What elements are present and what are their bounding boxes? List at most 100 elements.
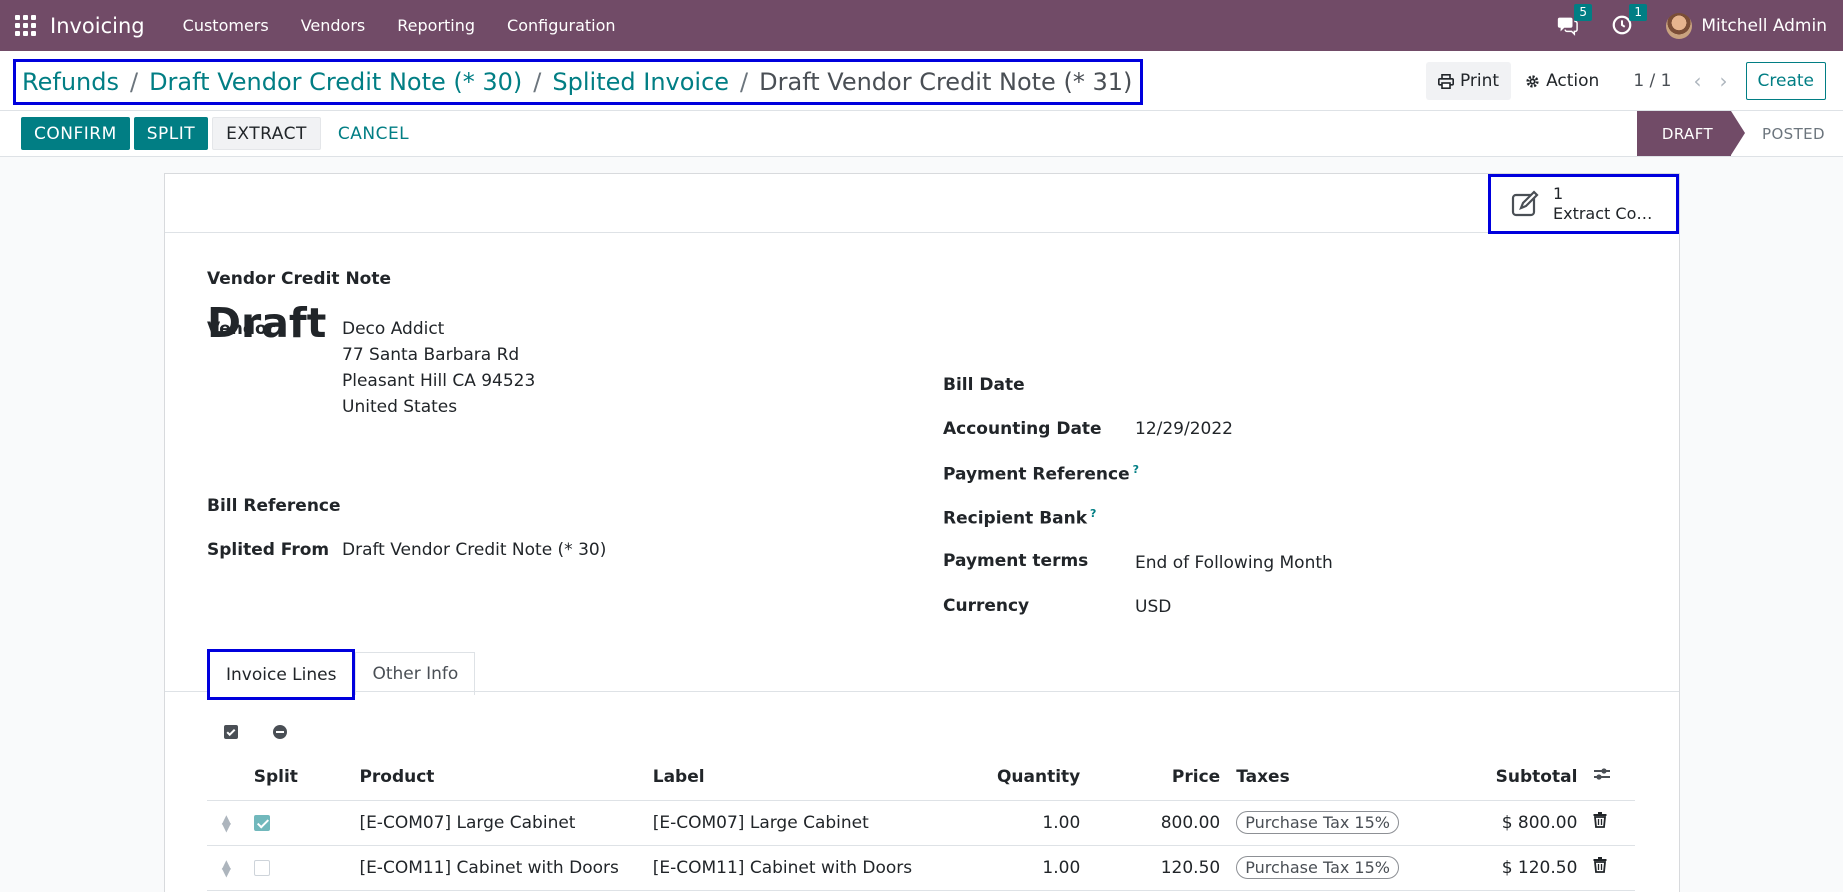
column-handle bbox=[207, 754, 246, 801]
column-settings bbox=[1585, 754, 1635, 801]
remove-circle-icon[interactable] bbox=[272, 724, 288, 740]
vendor-field[interactable]: Deco Addict 77 Santa Barbara Rd Pleasant… bbox=[342, 316, 535, 420]
product-cell[interactable]: [E-COM11] Cabinet with Doors bbox=[351, 845, 645, 891]
price-cell[interactable]: 120.50 bbox=[1088, 845, 1229, 891]
user-avatar[interactable] bbox=[1666, 12, 1693, 39]
breadcrumb-current: Draft Vendor Credit Note (* 31) bbox=[759, 68, 1133, 96]
activities-button[interactable]: 1 bbox=[1611, 3, 1647, 38]
tax-badge: Purchase Tax 15% bbox=[1236, 811, 1399, 834]
row-handle[interactable]: ▲ ▼ bbox=[207, 800, 246, 846]
apps-menu-icon[interactable] bbox=[15, 14, 37, 37]
extract-count-smart-button[interactable]: 1 Extract Co… bbox=[1488, 174, 1679, 234]
payment-reference-text: Payment Reference bbox=[943, 464, 1130, 485]
split-button[interactable]: SPLIT bbox=[133, 117, 209, 150]
trash-icon[interactable] bbox=[1593, 857, 1607, 873]
currency-value[interactable]: USD bbox=[1135, 597, 1171, 617]
split-checkbox[interactable] bbox=[253, 814, 270, 831]
tab-invoice-lines[interactable]: Invoice Lines bbox=[207, 649, 356, 700]
pager-value[interactable]: 1 / 1 bbox=[1633, 71, 1671, 91]
optional-columns-icon[interactable] bbox=[1593, 766, 1611, 782]
currency-label: Currency bbox=[943, 596, 1030, 616]
drag-handle-icon[interactable]: ▲ ▼ bbox=[215, 813, 238, 833]
main-menu: Customers Vendors Reporting Configuratio… bbox=[167, 16, 632, 35]
select-all-checkbox-icon[interactable] bbox=[223, 724, 239, 740]
breadcrumb-credit-note-30[interactable]: Draft Vendor Credit Note (* 30) bbox=[149, 68, 522, 96]
breadcrumb-separator: / bbox=[129, 68, 139, 96]
column-subtotal[interactable]: Subtotal bbox=[1407, 754, 1586, 801]
breadcrumb-refunds[interactable]: Refunds bbox=[22, 68, 119, 96]
document-type: Vendor Credit Note bbox=[207, 269, 392, 289]
extract-button[interactable]: EXTRACT bbox=[212, 117, 321, 150]
app-name[interactable]: Invoicing bbox=[50, 14, 145, 38]
form-statusbar: CONFIRM SPLIT EXTRACT CANCEL DRAFT POSTE… bbox=[0, 111, 1843, 157]
tax-badge: Purchase Tax 15% bbox=[1236, 856, 1399, 879]
product-cell[interactable]: [E-COM07] Large Cabinet bbox=[351, 800, 645, 846]
column-product[interactable]: Product bbox=[351, 754, 645, 801]
top-navbar: Invoicing Customers Vendors Reporting Co… bbox=[0, 0, 1843, 51]
taxes-cell[interactable]: Purchase Tax 15% bbox=[1228, 845, 1407, 891]
subtotal-cell: $ 800.00 bbox=[1407, 800, 1586, 846]
trash-icon[interactable] bbox=[1593, 812, 1607, 828]
create-button[interactable]: Create bbox=[1745, 62, 1826, 100]
table-row[interactable]: ▲ ▼ [E-COM07] Large Cabinet [E-COM07] Lar… bbox=[207, 800, 1635, 846]
breadcrumb-splited-invoice[interactable]: Splited Invoice bbox=[552, 68, 729, 96]
row-handle[interactable]: ▲ ▼ bbox=[207, 845, 246, 891]
systray: 5 1 Mitchell Admin bbox=[1556, 0, 1843, 51]
drag-handle-icon[interactable]: ▲ ▼ bbox=[215, 858, 238, 878]
recipient-bank-label: Recipient Bank? bbox=[943, 507, 1096, 529]
label-cell[interactable]: [E-COM07] Large Cabinet bbox=[644, 800, 971, 846]
menu-customers[interactable]: Customers bbox=[167, 16, 285, 35]
column-quantity[interactable]: Quantity bbox=[970, 754, 1089, 801]
vendor-label: Vendor bbox=[207, 319, 276, 339]
vendor-country: United States bbox=[342, 397, 458, 417]
control-panel: Refunds / Draft Vendor Credit Note (* 30… bbox=[0, 51, 1843, 111]
messages-badge: 5 bbox=[1574, 3, 1592, 21]
edit-document-icon bbox=[1511, 190, 1539, 217]
bill-date-label: Bill Date bbox=[943, 375, 1025, 395]
print-icon bbox=[1437, 73, 1454, 89]
button-box: 1 Extract Co… bbox=[165, 174, 1679, 234]
label-cell[interactable]: [E-COM11] Cabinet with Doors bbox=[644, 845, 971, 891]
menu-vendors[interactable]: Vendors bbox=[285, 16, 382, 35]
column-taxes[interactable]: Taxes bbox=[1228, 754, 1407, 801]
control-panel-actions: Print Action 1 / 1 ‹ › Create bbox=[1425, 51, 1843, 111]
user-name[interactable]: Mitchell Admin bbox=[1701, 16, 1827, 36]
status-stages: DRAFT POSTED bbox=[1636, 111, 1843, 156]
stage-draft: DRAFT bbox=[1636, 111, 1746, 156]
split-cell bbox=[245, 845, 352, 891]
column-split[interactable]: Split bbox=[245, 754, 352, 801]
table-row[interactable]: ▲ ▼ [E-COM11] Cabinet with Doors [E-COM11… bbox=[207, 845, 1635, 891]
help-tooltip-icon[interactable]: ? bbox=[1133, 463, 1139, 476]
print-button[interactable]: Print bbox=[1425, 62, 1512, 100]
accounting-date-value[interactable]: 12/29/2022 bbox=[1135, 419, 1233, 439]
action-button[interactable]: Action bbox=[1513, 62, 1611, 100]
print-label: Print bbox=[1459, 71, 1500, 91]
pager-previous-icon[interactable]: ‹ bbox=[1694, 69, 1702, 93]
help-tooltip-icon[interactable]: ? bbox=[1090, 507, 1096, 520]
gear-icon bbox=[1526, 74, 1539, 88]
menu-reporting[interactable]: Reporting bbox=[381, 16, 491, 35]
activities-badge: 1 bbox=[1629, 3, 1647, 21]
menu-configuration[interactable]: Configuration bbox=[491, 16, 632, 35]
vendor-street: 77 Santa Barbara Rd bbox=[342, 345, 520, 365]
cancel-button[interactable]: CANCEL bbox=[325, 117, 422, 150]
taxes-cell[interactable]: Purchase Tax 15% bbox=[1228, 800, 1407, 846]
confirm-button[interactable]: CONFIRM bbox=[21, 117, 130, 150]
stage-posted[interactable]: POSTED bbox=[1731, 111, 1843, 156]
messages-button[interactable]: 5 bbox=[1556, 3, 1592, 38]
delete-cell bbox=[1585, 845, 1635, 891]
quantity-cell[interactable]: 1.00 bbox=[970, 845, 1089, 891]
delete-cell bbox=[1585, 800, 1635, 846]
pager-next-icon[interactable]: › bbox=[1720, 69, 1728, 93]
payment-terms-value[interactable]: End of Following Month bbox=[1135, 553, 1333, 573]
smart-button-count: 1 bbox=[1553, 184, 1564, 203]
split-checkbox[interactable] bbox=[253, 859, 270, 876]
splited-from-value[interactable]: Draft Vendor Credit Note (* 30) bbox=[342, 540, 606, 560]
vendor-name: Deco Addict bbox=[342, 319, 445, 339]
tab-other-info[interactable]: Other Info bbox=[355, 652, 476, 695]
quantity-cell[interactable]: 1.00 bbox=[970, 800, 1089, 846]
price-cell[interactable]: 800.00 bbox=[1088, 800, 1229, 846]
breadcrumb: Refunds / Draft Vendor Credit Note (* 30… bbox=[13, 59, 1144, 105]
column-price[interactable]: Price bbox=[1088, 754, 1229, 801]
column-label[interactable]: Label bbox=[644, 754, 971, 801]
